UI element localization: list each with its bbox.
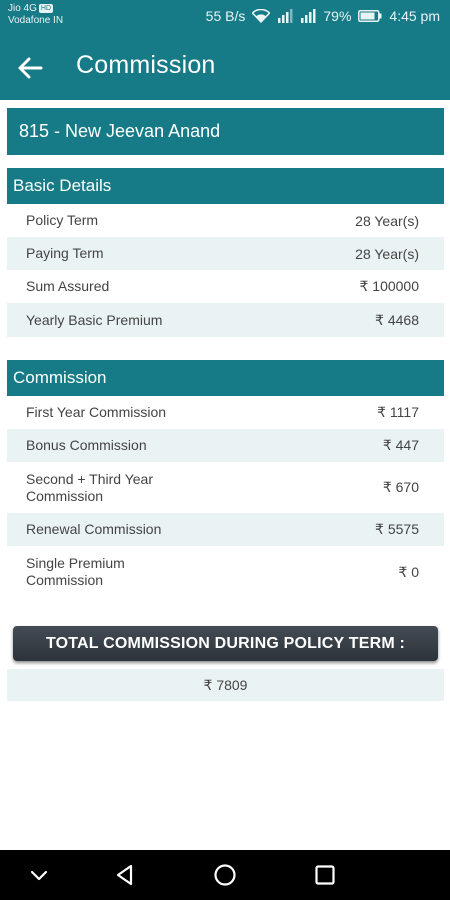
signal-icon [278,9,293,23]
row-label: Policy Term [26,212,99,228]
battery-percent: 79% [323,8,352,24]
hd-badge: HD [38,4,54,13]
paying-term-row: Paying Term 28 Year(s) [7,237,444,270]
row-value: 28 Year(s) [355,245,419,262]
row-value: ₹ 1117 [377,404,419,420]
circle-home-icon [214,864,236,886]
row-label: Paying Term [26,245,104,261]
plan-name: 815 - New Jeevan Anand [7,108,444,155]
carrier-2: Vodafone IN [8,15,64,26]
row-value: ₹ 100000 [359,278,419,294]
row-label: Sum Assured [26,278,110,294]
battery-icon [358,10,382,22]
bonus-commission-row: Bonus Commission ₹ 447 [7,429,444,462]
nav-hide-button[interactable] [26,862,52,888]
status-indicators: 55 B/s 79% 4:45 pm [206,8,440,24]
row-value: ₹ 4468 [375,311,419,328]
triangle-back-icon [116,864,133,886]
wifi-icon [252,9,271,23]
policy-term-row: Policy Term 28 Year(s) [7,204,444,237]
row-label: Second + Third Year Commission [26,470,154,504]
row-value: ₹ 5575 [375,521,419,537]
first-year-commission-row: First Year Commission ₹ 1117 [7,396,444,429]
row-value: ₹ 447 [382,437,419,453]
page-title: Commission [76,51,216,79]
nav-home-button[interactable] [212,862,238,888]
single-premium-commission-row: Single Premium Commission ₹ 0 [7,546,444,598]
arrow-back-icon [18,57,43,79]
nav-recents-button[interactable] [312,862,338,888]
carrier-1: Jio 4G [8,3,37,14]
sum-assured-row: Sum Assured ₹ 100000 [7,270,444,303]
carrier-info: Jio 4G HD Vodafone IN [8,3,63,27]
system-nav-bar [0,850,450,900]
yearly-premium-row: Yearly Basic Premium ₹ 4468 [7,303,444,337]
nav-back-button[interactable] [112,862,138,888]
row-label: Single Premium Commission [26,555,125,588]
second-third-year-commission-row: Second + Third Year Commission ₹ 670 [7,462,444,513]
basic-details-header: Basic Details [7,168,444,204]
status-bar: Jio 4G HD Vodafone IN 55 B/s 79% 4:45 pm [0,0,450,36]
renewal-commission-row: Renewal Commission ₹ 5575 [7,513,444,546]
row-label: Renewal Commission [26,521,162,537]
app-bar: Commission [0,36,450,100]
total-commission-value: ₹ 7809 [7,669,444,701]
network-speed: 55 B/s [205,8,246,24]
chevron-down-icon [30,870,48,881]
row-value: ₹ 670 [382,479,419,495]
back-button[interactable] [14,52,46,84]
total-commission-button[interactable]: TOTAL COMMISSION DURING POLICY TERM : [13,626,438,661]
row-label: Bonus Commission [26,437,147,453]
commission-header: Commission [7,360,444,396]
clock: 4:45 pm [389,8,440,24]
row-label: First Year Commission [26,404,167,420]
row-value: ₹ 0 [398,563,419,580]
square-recents-icon [315,865,335,885]
signal-icon-2 [301,9,316,23]
row-value: 28 Year(s) [355,212,419,229]
row-label: Yearly Basic Premium [26,311,163,328]
